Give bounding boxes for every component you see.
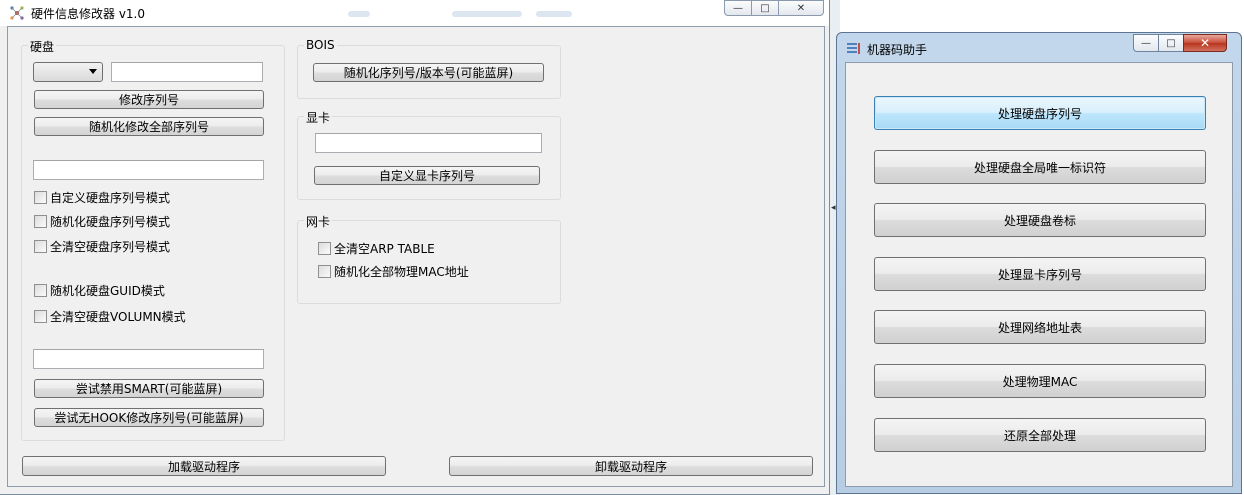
disk-group-label: 硬盘 — [28, 38, 57, 55]
caption-buttons: — □ ✕ — [724, 0, 824, 16]
hardware-modifier-window: 硬件信息修改器 v1.0 — □ ✕ 硬盘 修改序列号 随机化修改全部序列号 自… — [0, 0, 830, 495]
process-network-table-button[interactable]: 处理网络地址表 — [874, 310, 1206, 344]
load-driver-button[interactable]: 加载驱动程序 — [22, 456, 386, 476]
clear-arp-checkbox[interactable]: 全清空ARP TABLE — [318, 240, 435, 256]
checkbox-box[interactable] — [34, 190, 47, 204]
nic-group-label: 网卡 — [304, 213, 333, 230]
helper-caption-buttons: — □ ✕ — [1133, 34, 1227, 52]
machine-code-helper-window: 机器码助手 — □ ✕ 处理硬盘序列号 处理硬盘全局唯一标识符 处理硬盘卷标 处… — [836, 32, 1242, 494]
title-ghost — [348, 11, 370, 17]
maximize-button[interactable]: □ — [1158, 34, 1184, 52]
main-client-area: 硬盘 修改序列号 随机化修改全部序列号 自定义硬盘序列号模式 随机化硬盘序列号模… — [7, 26, 825, 487]
app-icon — [10, 6, 24, 20]
custom-gpu-serial-button[interactable]: 自定义显卡序列号 — [314, 166, 540, 185]
chevron-down-icon — [89, 69, 97, 74]
checkbox-box[interactable] — [34, 239, 47, 253]
disable-smart-button[interactable]: 尝试禁用SMART(可能蓝屏) — [34, 379, 264, 398]
helper-window-title: 机器码助手 — [867, 43, 928, 57]
restore-all-button[interactable]: 还原全部处理 — [874, 418, 1206, 452]
random-disk-guid-checkbox[interactable]: 随机化硬盘GUID模式 — [34, 282, 165, 298]
window-title: 硬件信息修改器 v1.0 — [31, 7, 146, 21]
gpu-group-label: 显卡 — [304, 109, 333, 126]
checkbox-label: 全清空ARP TABLE — [334, 241, 435, 256]
close-button[interactable]: ✕ — [778, 0, 824, 16]
custom-disk-serial-checkbox[interactable]: 自定义硬盘序列号模式 — [34, 189, 170, 205]
process-physical-mac-button[interactable]: 处理物理MAC — [874, 364, 1206, 398]
randomize-all-serial-button[interactable]: 随机化修改全部序列号 — [34, 117, 264, 136]
custom-serial-input[interactable] — [33, 160, 264, 180]
gpu-group: 显卡 — [297, 109, 561, 200]
checkbox-label: 全清空硬盘VOLUMN模式 — [50, 309, 186, 324]
title-ghost — [536, 11, 572, 17]
checkbox-label: 全清空硬盘序列号模式 — [50, 239, 171, 254]
minimize-button[interactable]: — — [724, 0, 752, 16]
smart-input[interactable] — [33, 349, 264, 369]
close-button[interactable]: ✕ — [1183, 34, 1227, 52]
checkbox-box[interactable] — [34, 283, 47, 297]
modify-serial-button[interactable]: 修改序列号 — [34, 90, 264, 109]
checkbox-box[interactable] — [318, 241, 331, 255]
serial-input[interactable] — [111, 62, 263, 82]
random-disk-serial-checkbox[interactable]: 随机化硬盘序列号模式 — [34, 213, 170, 229]
process-gpu-serial-button[interactable]: 处理显卡序列号 — [874, 257, 1206, 291]
checkbox-label: 随机化硬盘序列号模式 — [50, 214, 171, 229]
randomize-bios-button[interactable]: 随机化序列号/版本号(可能蓝屏) — [313, 63, 544, 82]
splitter-arrow-icon: ◂ — [831, 203, 836, 213]
maximize-button[interactable]: □ — [751, 0, 779, 16]
checkbox-box[interactable] — [34, 214, 47, 228]
clear-disk-volumn-checkbox[interactable]: 全清空硬盘VOLUMN模式 — [34, 308, 186, 324]
gpu-serial-input[interactable] — [315, 133, 542, 153]
helper-app-icon — [847, 43, 860, 54]
title-bar[interactable]: 硬件信息修改器 v1.0 — □ ✕ — [0, 0, 829, 26]
checkbox-box[interactable] — [318, 264, 331, 278]
checkbox-label: 随机化硬盘GUID模式 — [50, 283, 165, 298]
checkbox-label: 随机化全部物理MAC地址 — [334, 264, 469, 279]
random-mac-checkbox[interactable]: 随机化全部物理MAC地址 — [318, 263, 469, 279]
checkbox-box[interactable] — [34, 309, 47, 323]
checkbox-label: 自定义硬盘序列号模式 — [50, 190, 171, 205]
clear-disk-serial-checkbox[interactable]: 全清空硬盘序列号模式 — [34, 238, 170, 254]
process-disk-volume-button[interactable]: 处理硬盘卷标 — [874, 203, 1206, 237]
bios-group-label: BOIS — [304, 38, 337, 52]
process-disk-guid-button[interactable]: 处理硬盘全局唯一标识符 — [874, 150, 1206, 184]
title-ghost — [452, 11, 522, 17]
helper-title-bar[interactable]: 机器码助手 — □ ✕ — [837, 33, 1241, 62]
minimize-button[interactable]: — — [1133, 34, 1159, 52]
process-disk-serial-button[interactable]: 处理硬盘序列号 — [874, 96, 1206, 130]
unload-driver-button[interactable]: 卸载驱动程序 — [449, 456, 813, 476]
helper-client-area: 处理硬盘序列号 处理硬盘全局唯一标识符 处理硬盘卷标 处理显卡序列号 处理网络地… — [845, 62, 1233, 487]
disk-select[interactable] — [33, 62, 103, 82]
nohook-modify-serial-button[interactable]: 尝试无HOOK修改序列号(可能蓝屏) — [34, 408, 264, 427]
